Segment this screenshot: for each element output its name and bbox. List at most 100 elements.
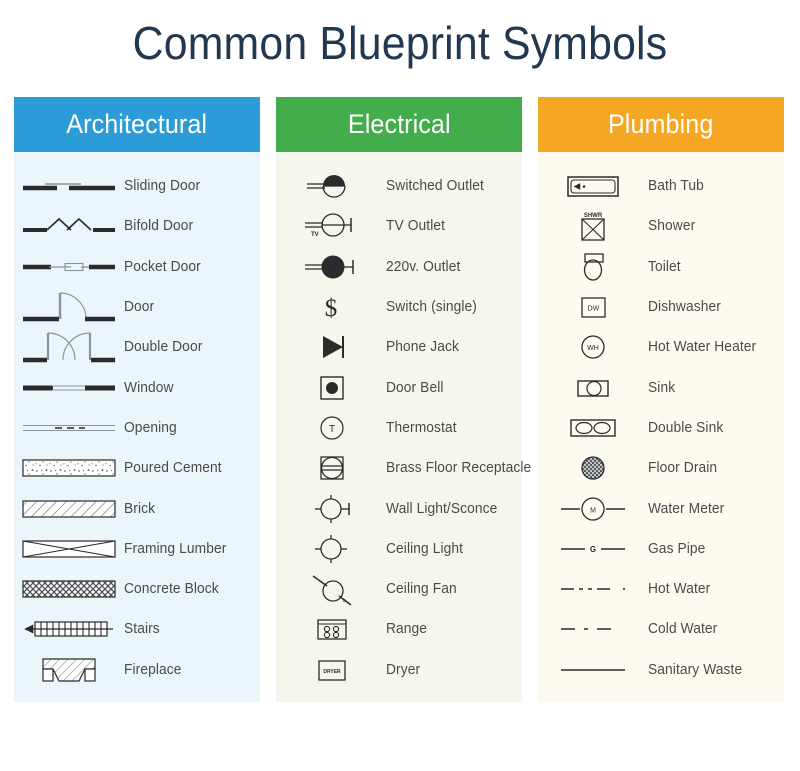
cold-water-symbol bbox=[538, 619, 648, 639]
symbol-row: Concrete Block bbox=[14, 569, 260, 609]
symbol-label: Gas Pipe bbox=[648, 540, 706, 557]
symbol-label: 220v. Outlet bbox=[386, 258, 461, 275]
framing-lumber-symbol bbox=[14, 537, 124, 561]
symbol-row: Poured Cement bbox=[14, 448, 260, 488]
symbol-row: Hot Water bbox=[538, 569, 784, 609]
symbol-row: Bath Tub bbox=[538, 166, 784, 206]
symbol-row: Pocket Door bbox=[14, 247, 260, 287]
symbol-row: DRYER Dryer bbox=[276, 650, 522, 690]
hot-water-heater-symbol: WH bbox=[538, 332, 648, 362]
symbol-label: Switch (single) bbox=[386, 299, 477, 316]
tv-outlet-symbol: TV bbox=[276, 211, 386, 241]
pocket-door-symbol bbox=[14, 257, 124, 277]
symbol-row: Phone Jack bbox=[276, 327, 522, 367]
window-symbol bbox=[14, 380, 124, 396]
symbol-row: Fireplace bbox=[14, 650, 260, 690]
opening-symbol bbox=[14, 421, 124, 435]
column-body-electrical: Switched Outlet TV TV Outlet 220v. Outle… bbox=[276, 152, 531, 702]
symbol-row: WH Hot Water Heater bbox=[538, 327, 784, 367]
symbol-label: Sliding Door bbox=[124, 178, 201, 195]
ceiling-light-symbol bbox=[276, 533, 386, 565]
symbol-label: Range bbox=[386, 621, 428, 638]
column-header-electrical: Electrical bbox=[276, 97, 522, 152]
symbol-row: a Ceiling Fan bbox=[276, 569, 522, 609]
symbol-row: Switched Outlet bbox=[276, 166, 522, 206]
symbol-label: Double Door bbox=[124, 339, 203, 356]
column-header-architectural: Architectural bbox=[14, 97, 260, 152]
symbol-label: Opening bbox=[124, 419, 177, 436]
brick-symbol bbox=[14, 497, 124, 521]
symbol-label: Brick bbox=[124, 500, 156, 517]
symbol-row: Opening bbox=[14, 408, 260, 448]
symbol-label: Hot Water bbox=[648, 581, 711, 598]
symbol-label: Poured Cement bbox=[124, 460, 222, 477]
symbol-label: Shower bbox=[648, 218, 696, 235]
concrete-block-symbol bbox=[14, 577, 124, 601]
switched-outlet-symbol bbox=[276, 172, 386, 200]
svg-text:a: a bbox=[343, 598, 346, 604]
symbol-row: Double Sink bbox=[538, 408, 784, 448]
symbol-label: Ceiling Light bbox=[386, 540, 464, 557]
sliding-door-symbol bbox=[14, 176, 124, 196]
thermostat-symbol: T bbox=[276, 413, 386, 443]
symbol-row: Door bbox=[14, 287, 260, 327]
symbol-label: Pocket Door bbox=[124, 258, 201, 275]
range-symbol bbox=[276, 615, 386, 643]
symbol-row: SHWR Shower bbox=[538, 206, 784, 246]
wall-light-sconce-symbol bbox=[276, 493, 386, 525]
symbol-row: Floor Drain bbox=[538, 448, 784, 488]
poured-cement-symbol bbox=[14, 456, 124, 480]
symbol-label: Bath Tub bbox=[648, 178, 704, 195]
symbol-label: Switched Outlet bbox=[386, 178, 484, 195]
symbol-row: Ceiling Light bbox=[276, 529, 522, 569]
dryer-symbol: DRYER bbox=[276, 656, 386, 684]
hot-water-heater-glyph: WH bbox=[587, 345, 599, 352]
symbol-label: Ceiling Fan bbox=[386, 581, 457, 598]
toilet-symbol bbox=[538, 251, 648, 283]
infographic-page: Common Blueprint Symbols Architectural S… bbox=[0, 0, 800, 771]
floor-drain-symbol bbox=[538, 453, 648, 483]
hot-water-symbol bbox=[538, 579, 648, 599]
sink-symbol bbox=[538, 375, 648, 401]
symbol-row: Wall Light/Sconce bbox=[276, 488, 522, 528]
symbol-label: Water Meter bbox=[648, 500, 725, 517]
water-meter-glyph: M bbox=[590, 507, 596, 514]
symbol-label: Double Sink bbox=[648, 419, 724, 436]
symbol-row: Door Bell bbox=[276, 367, 522, 407]
bifold-door-symbol bbox=[14, 215, 124, 237]
door-symbol bbox=[14, 288, 124, 326]
symbol-label: Window bbox=[124, 379, 174, 396]
symbol-label: Floor Drain bbox=[648, 460, 718, 477]
gas-pipe-glyph: G bbox=[590, 545, 596, 554]
switch-single-symbol: $ bbox=[276, 292, 386, 322]
symbol-columns: Architectural Sliding Door Bifold Door P… bbox=[14, 97, 786, 702]
tv-outlet-glyph: TV bbox=[311, 232, 319, 238]
column-electrical: Electrical Switched Outlet TV TV Outlet … bbox=[276, 97, 531, 702]
symbol-label: Door bbox=[124, 299, 155, 316]
symbol-label: Framing Lumber bbox=[124, 540, 227, 557]
ceiling-fan-symbol: a bbox=[276, 573, 386, 606]
symbol-label: Door Bell bbox=[386, 379, 444, 396]
gas-pipe-symbol: G bbox=[538, 539, 648, 559]
column-header-label: Plumbing bbox=[608, 109, 714, 139]
symbol-row: M Water Meter bbox=[538, 488, 784, 528]
double-door-symbol bbox=[14, 327, 124, 367]
symbol-label: Thermostat bbox=[386, 419, 457, 436]
dryer-glyph: DRYER bbox=[323, 669, 341, 675]
symbol-row: Brick bbox=[14, 488, 260, 528]
column-architectural: Architectural Sliding Door Bifold Door P… bbox=[14, 97, 260, 702]
symbol-row: Range bbox=[276, 609, 522, 649]
symbol-row: $ Switch (single) bbox=[276, 287, 522, 327]
water-meter-symbol: M bbox=[538, 495, 648, 523]
symbol-label: Stairs bbox=[124, 621, 160, 638]
symbol-label: Bifold Door bbox=[124, 218, 194, 235]
symbol-label: Wall Light/Sconce bbox=[386, 500, 498, 517]
symbol-row: Window bbox=[14, 367, 260, 407]
symbol-row: Toilet bbox=[538, 247, 784, 287]
220v-outlet-symbol bbox=[276, 253, 386, 281]
symbol-label: Dishwasher bbox=[648, 299, 721, 316]
symbol-label: Fireplace bbox=[124, 661, 182, 678]
column-header-label: Electrical bbox=[347, 109, 451, 139]
symbol-row: Bifold Door bbox=[14, 206, 260, 246]
column-body-architectural: Sliding Door Bifold Door Pocket Door Doo… bbox=[14, 152, 260, 702]
